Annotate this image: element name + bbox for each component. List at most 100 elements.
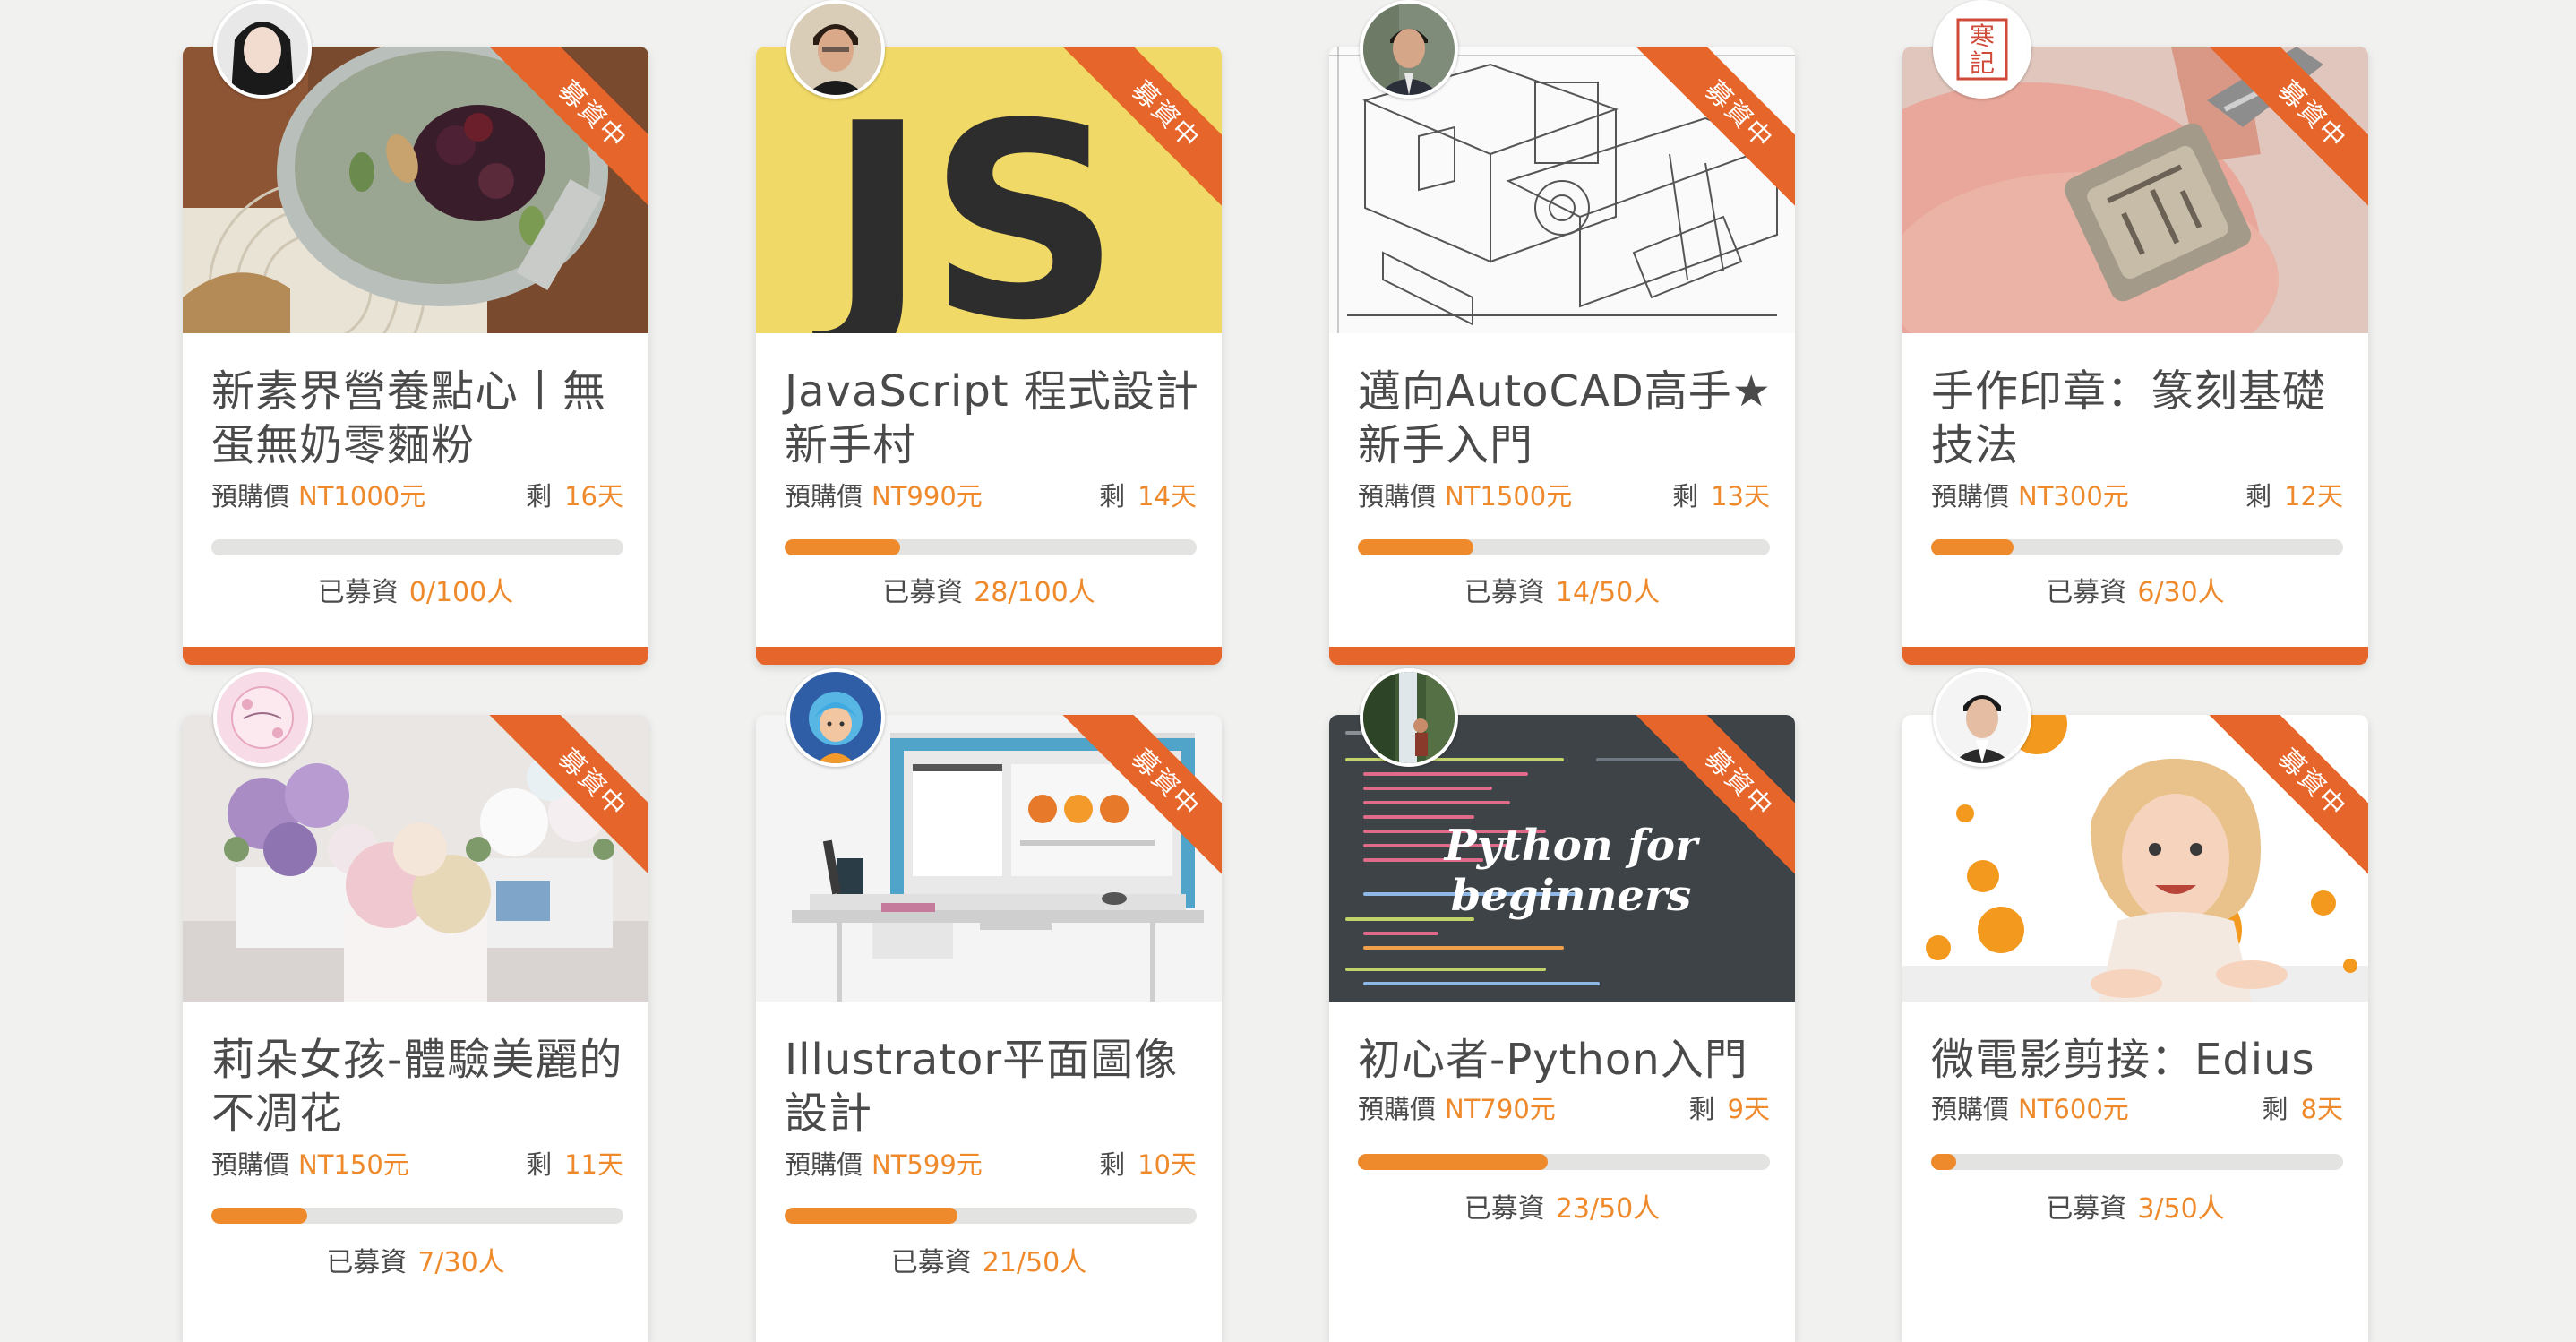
course-title[interactable]: 初心者-Python入門: [1358, 1033, 1779, 1087]
raised-value: 3/50人: [2137, 1193, 2225, 1225]
price-label: 預購價: [1358, 1094, 1437, 1124]
days-value: 13天: [1711, 481, 1770, 512]
course-title[interactable]: 手作印章：篆刻基礎技法: [1931, 365, 2352, 472]
days-value: 12天: [2284, 481, 2343, 512]
price-row: 預購價 NT600元 剩 8天: [1931, 1091, 2343, 1127]
days-remaining: 剩 11天: [526, 1147, 623, 1183]
raised-count: 已募資 21/50人: [756, 1245, 1222, 1281]
price-value: NT150元: [298, 1149, 409, 1180]
days-label: 剩: [2245, 481, 2272, 512]
card-footer-bar: [183, 647, 648, 665]
raised-label: 已募資: [326, 1247, 408, 1278]
price-value: NT600元: [2018, 1094, 2129, 1124]
days-value: 9天: [1727, 1094, 1770, 1124]
floral-logo-avatar[interactable]: [213, 668, 312, 767]
course-title[interactable]: 莉朵女孩-體驗美麗的不凋花: [211, 1033, 632, 1140]
man-portrait-avatar[interactable]: [786, 0, 885, 99]
raised-count: 已募資 28/100人: [756, 575, 1222, 611]
progress-fill: [1931, 539, 2014, 555]
course-card[interactable]: Python for beginners 募資中 初心者-Python入門 預購…: [1329, 668, 1795, 1342]
course-card[interactable]: 募資中 邁向AutoCAD高手★新手入門 預購價 NT1500元 剩 13天 已募資…: [1329, 0, 1795, 665]
price-label: 預購價: [785, 481, 863, 512]
raised-count: 已募資 0/100人: [183, 575, 648, 611]
fundraising-ribbon: 募資中: [480, 715, 648, 894]
waterfall-person-avatar[interactable]: [1360, 668, 1458, 767]
raised-count: 已募資 7/30人: [183, 1245, 648, 1281]
funding-progress-bar: [785, 539, 1197, 555]
price-value: NT790元: [1445, 1094, 1556, 1124]
days-label: 剩: [526, 1149, 553, 1180]
raised-label: 已募資: [2046, 1193, 2127, 1225]
price-row: 預購價 NT599元 剩 10天: [785, 1147, 1197, 1183]
card-footer-bar: [1902, 647, 2368, 665]
young-man-avatar[interactable]: [1933, 668, 2031, 767]
days-value: 16天: [564, 481, 623, 512]
raised-label: 已募資: [317, 577, 399, 608]
woman-portrait-avatar[interactable]: [213, 0, 312, 99]
days-label: 剩: [1672, 481, 1699, 512]
course-card[interactable]: 募資中 Illustrator平面圖像設計 預購價 NT599元 剩 10天 已募資…: [756, 668, 1222, 1342]
seal-stamp-avatar[interactable]: 寒記: [1933, 0, 2031, 99]
price-row: 預購價 NT300元 剩 12天: [1931, 478, 2343, 514]
funding-progress-bar: [785, 1208, 1197, 1224]
days-value: 11天: [564, 1149, 623, 1180]
funding-progress-bar: [211, 1208, 623, 1224]
card-footer-bar: [756, 647, 1222, 665]
progress-fill: [1358, 1154, 1548, 1170]
progress-fill: [785, 539, 900, 555]
days-remaining: 剩 8天: [2263, 1091, 2343, 1127]
price-row: 預購價 NT1500元 剩 13天: [1358, 478, 1770, 514]
course-title[interactable]: 新素界營養點心丨無蛋無奶零麵粉: [211, 365, 632, 472]
days-remaining: 剩 10天: [1099, 1147, 1197, 1183]
fundraising-ribbon: 募資中: [2200, 715, 2368, 894]
price-label: 預購價: [211, 481, 290, 512]
course-title[interactable]: JavaScript 程式設計新手村: [785, 365, 1206, 472]
man-suit-avatar[interactable]: [1360, 0, 1458, 99]
funding-progress-bar: [1358, 539, 1770, 555]
funding-progress-bar: [1358, 1154, 1770, 1170]
cartoon-girl-avatar[interactable]: [786, 668, 885, 767]
price-value: NT1000元: [298, 481, 426, 512]
fundraising-ribbon: 募資中: [1627, 47, 1795, 226]
course-card[interactable]: 募資中 新素界營養點心丨無蛋無奶零麵粉 預購價 NT1000元 剩 16天 已募資 0…: [183, 0, 648, 665]
raised-count: 已募資 23/50人: [1329, 1191, 1795, 1227]
progress-fill: [1358, 539, 1473, 555]
course-title[interactable]: 微電影剪接：Edius: [1931, 1033, 2352, 1087]
raised-count: 已募資 3/50人: [1902, 1191, 2368, 1227]
raised-count: 已募資 14/50人: [1329, 575, 1795, 611]
raised-value: 7/30人: [417, 1247, 505, 1278]
raised-value: 6/30人: [2137, 577, 2225, 608]
days-label: 剩: [2262, 1094, 2288, 1124]
price-value: NT599元: [872, 1149, 983, 1180]
price-value: NT1500元: [1445, 481, 1573, 512]
card-footer-bar: [1329, 647, 1795, 665]
price-label: 預購價: [211, 1149, 290, 1180]
raised-label: 已募資: [1464, 577, 1545, 608]
raised-count: 已募資 6/30人: [1902, 575, 2368, 611]
days-remaining: 剩 13天: [1672, 478, 1770, 514]
days-label: 剩: [1099, 1149, 1126, 1180]
course-card[interactable]: 募資中 寒記 手作印章：篆刻基礎技法 預購價 NT300元 剩 12天 已募資 6/3…: [1902, 0, 2368, 665]
progress-fill: [1931, 1154, 1956, 1170]
course-card[interactable]: 募資中 微電影剪接：Edius 預購價 NT600元 剩 8天 已募資 3/50人: [1902, 668, 2368, 1342]
course-title[interactable]: Illustrator平面圖像設計: [785, 1033, 1206, 1140]
price-value: NT300元: [2018, 481, 2129, 512]
days-remaining: 剩 16天: [526, 478, 623, 514]
course-card[interactable]: JS 募資中 JavaScript 程式設計新手村 預購價 NT990元 剩 14天…: [756, 0, 1222, 665]
days-remaining: 剩 12天: [2245, 478, 2343, 514]
raised-value: 28/100人: [974, 577, 1095, 608]
course-card[interactable]: 募資中 莉朵女孩-體驗美麗的不凋花 預購價 NT150元 剩 11天 已募資 7/30…: [183, 668, 648, 1342]
price-label: 預購價: [1931, 481, 2010, 512]
raised-value: 0/100人: [408, 577, 514, 608]
funding-progress-bar: [211, 539, 623, 555]
days-value: 10天: [1138, 1149, 1197, 1180]
raised-label: 已募資: [882, 577, 964, 608]
raised-value: 14/50人: [1555, 577, 1661, 608]
raised-label: 已募資: [1464, 1193, 1545, 1225]
raised-value: 21/50人: [982, 1247, 1087, 1278]
raised-label: 已募資: [890, 1247, 972, 1278]
price-row: 預購價 NT150元 剩 11天: [211, 1147, 623, 1183]
course-title[interactable]: 邁向AutoCAD高手★新手入門: [1358, 365, 1779, 472]
price-label: 預購價: [1358, 481, 1437, 512]
days-label: 剩: [1099, 481, 1126, 512]
